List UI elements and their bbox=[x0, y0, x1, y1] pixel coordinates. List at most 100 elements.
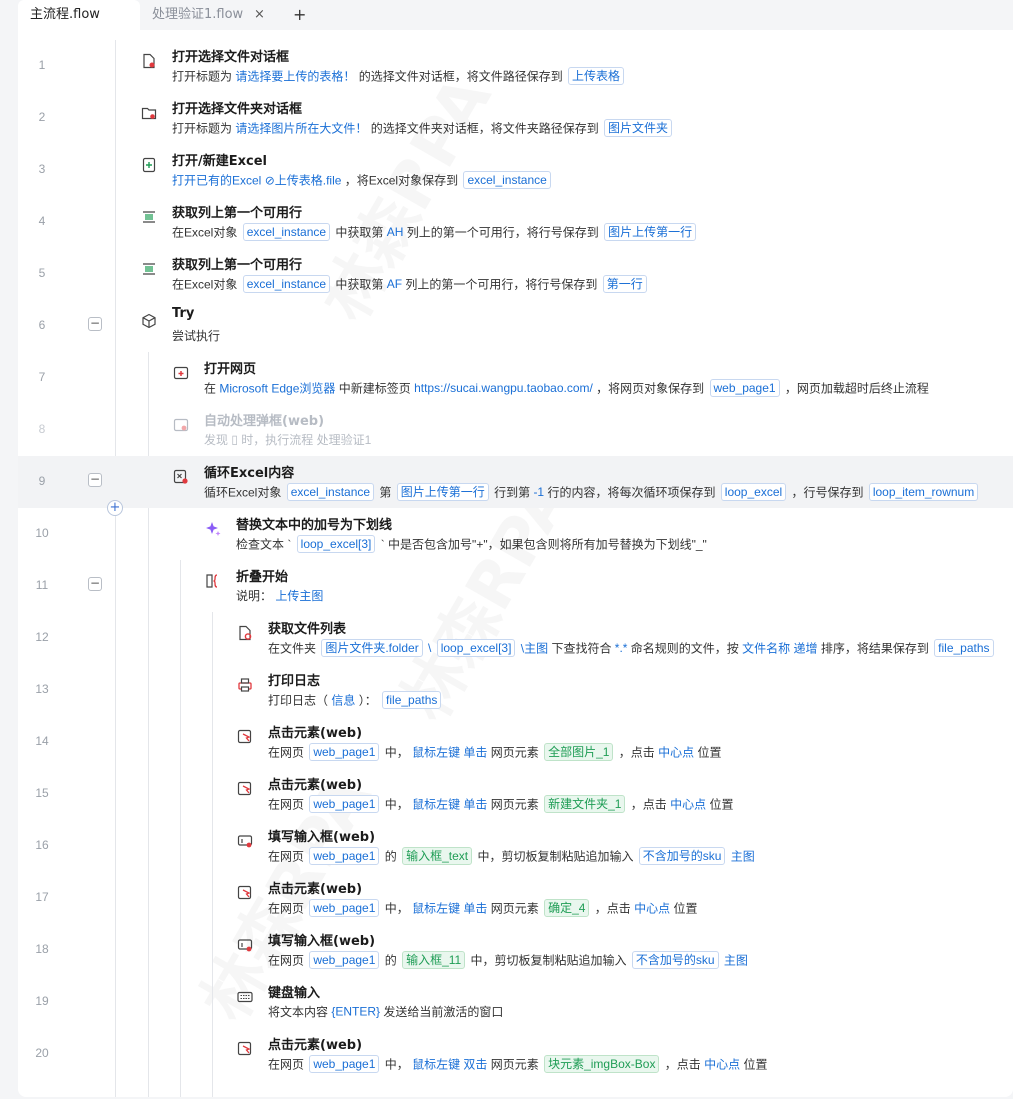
element-chip[interactable]: 块元素_imgBox-Box bbox=[544, 1055, 660, 1073]
flow-step-row[interactable]: 20 点击元素(web) 在网页 web_page1 中， 鼠标左键 双击 网页元素… bbox=[18, 1028, 1013, 1080]
element-chip[interactable]: 输入框_text bbox=[402, 847, 473, 865]
variable-chip[interactable]: loop_item_rownum bbox=[868, 483, 979, 501]
variable-chip[interactable]: file_paths bbox=[934, 639, 994, 657]
collapse-toggle-icon[interactable]: − bbox=[88, 577, 102, 591]
flow-step-row[interactable]: 2 打开选择文件夹对话框 打开标题为 请选择图片所在大文件！ 的选择文件夹对话框，将… bbox=[18, 92, 1013, 144]
variable-chip[interactable]: 不含加号的sku bbox=[631, 951, 719, 969]
flow-step-row[interactable]: 18 填写输入框(web) 在网页 web_page1 的 输入框_11 中，剪切板… bbox=[18, 924, 1013, 976]
variable-chip[interactable]: web_page1 bbox=[709, 379, 780, 397]
variable-chip[interactable]: file_paths bbox=[382, 691, 442, 709]
variable-chip[interactable]: web_page1 bbox=[309, 847, 380, 865]
fold-start-icon bbox=[204, 572, 222, 590]
element-chip[interactable]: 新建文件夹_1 bbox=[544, 795, 626, 813]
flow-step-row[interactable]: 9 − 循环Excel内容 循环Excel对象 excel_instance 第 图片… bbox=[18, 456, 1013, 508]
param-link[interactable]: 文件名称 递增 bbox=[742, 642, 817, 656]
param-link[interactable]: 主图 bbox=[727, 850, 755, 864]
step-title: 折叠开始 bbox=[236, 570, 289, 585]
element-chip[interactable]: 确定_4 bbox=[544, 899, 590, 917]
variable-chip[interactable]: 图片文件夹 bbox=[604, 119, 673, 137]
param-link[interactable]: \ bbox=[425, 641, 435, 655]
step-title: 填写输入框(web) bbox=[268, 934, 376, 949]
collapse-toggle-icon[interactable]: − bbox=[88, 473, 102, 487]
add-tab-icon[interactable]: + bbox=[293, 0, 306, 30]
flow-step-row[interactable]: 1 打开选择文件对话框 打开标题为 请选择要上传的表格！ 的选择文件对话框，将文件路… bbox=[18, 40, 1013, 92]
step-description: 检查文本 ` loop_excel[3] ` 中是否包含加号"+"，如果包含则将… bbox=[236, 535, 707, 553]
param-link[interactable]: AF bbox=[387, 277, 402, 291]
param-link[interactable]: 上传主图 bbox=[275, 589, 323, 603]
variable-chip[interactable]: loop_excel[3] bbox=[436, 639, 516, 657]
variable-chip[interactable]: excel_instance bbox=[286, 483, 375, 501]
variable-chip[interactable]: excel_instance bbox=[463, 171, 551, 189]
param-link[interactable]: 中心点 bbox=[634, 902, 670, 916]
desc-text: 位置 bbox=[706, 797, 734, 812]
param-link[interactable]: 中心点 bbox=[670, 798, 706, 812]
flow-step-row[interactable]: 15 点击元素(web) 在网页 web_page1 中， 鼠标左键 单击 网页元素… bbox=[18, 768, 1013, 820]
step-description: 将文本内容 {ENTER} 发送给当前激活的窗口 bbox=[268, 1003, 503, 1020]
flow-step-row[interactable]: 10 替换文本中的加号为下划线 检查文本 ` loop_excel[3] ` 中是否… bbox=[18, 508, 1013, 560]
variable-chip[interactable]: 第一行 bbox=[602, 275, 647, 293]
param-link[interactable]: 请选择图片所在大文件！ bbox=[235, 122, 367, 136]
flow-step-row[interactable]: 12 获取文件列表 在文件夹 图片文件夹.folder \ loop_excel[3… bbox=[18, 612, 1013, 664]
flow-step-row[interactable]: 19 键盘输入 将文本内容 {ENTER} 发送给当前激活的窗口 bbox=[18, 976, 1013, 1028]
variable-chip[interactable]: web_page1 bbox=[309, 1055, 380, 1073]
param-link[interactable]: *.* bbox=[615, 641, 628, 655]
flow-step-row[interactable]: 16 填写输入框(web) 在网页 web_page1 的 输入框_text 中，剪… bbox=[18, 820, 1013, 872]
param-link[interactable]: 处理验证1 bbox=[317, 433, 372, 447]
param-link[interactable]: 请选择要上传的表格！ bbox=[235, 70, 355, 84]
flow-step-row[interactable]: 17 点击元素(web) 在网页 web_page1 中， 鼠标左键 单击 网页元素… bbox=[18, 872, 1013, 924]
flow-step-row[interactable]: 13 打印日志 打印日志（ 信息 ）： file_paths bbox=[18, 664, 1013, 716]
line-number: 15 bbox=[35, 786, 49, 800]
param-link[interactable]: 鼠标左键 双击 bbox=[412, 1058, 487, 1072]
param-link[interactable]: 鼠标左键 单击 bbox=[412, 798, 487, 812]
close-tab-icon[interactable]: × bbox=[254, 0, 265, 30]
variable-chip[interactable]: 图片上传第一行 bbox=[396, 483, 489, 501]
variable-chip[interactable]: 图片文件夹.folder bbox=[321, 639, 423, 657]
step-title: Try bbox=[172, 306, 195, 321]
add-step-button[interactable]: + bbox=[107, 500, 123, 516]
variable-chip[interactable]: web_page1 bbox=[309, 951, 380, 969]
flow-step-row[interactable]: 8 自动处理弹框(web) 发现 ▯ 时，执行流程 处理验证1 bbox=[18, 404, 1013, 456]
variable-chip[interactable]: web_page1 bbox=[309, 743, 380, 761]
desc-text: 中， bbox=[381, 745, 413, 760]
collapse-toggle-icon[interactable]: − bbox=[88, 317, 102, 331]
flow-step-row[interactable]: 7 打开网页在 Microsoft Edge浏览器 中新建标签页 https://… bbox=[18, 352, 1013, 404]
param-link[interactable]: 鼠标左键 单击 bbox=[412, 902, 487, 916]
variable-chip[interactable]: web_page1 bbox=[309, 795, 380, 813]
param-link[interactable]: 鼠标左键 单击 bbox=[412, 746, 487, 760]
flow-step-row[interactable]: 5 获取列上第一个可用行 在Excel对象 excel_instance 中获取第 … bbox=[18, 248, 1013, 300]
tab-verify-flow[interactable]: 处理验证1.flow bbox=[140, 0, 288, 30]
param-link[interactable]: -1 bbox=[533, 485, 544, 499]
param-link[interactable]: 主图 bbox=[721, 954, 748, 968]
variable-chip[interactable]: excel_instance bbox=[242, 223, 331, 241]
param-link[interactable]: 信息 bbox=[331, 694, 355, 708]
step-description: 在网页 web_page1 中， 鼠标左键 双击 网页元素 块元素_imgBox… bbox=[268, 1055, 768, 1073]
flow-step-row[interactable]: 4 获取列上第一个可用行 在Excel对象 excel_instance 中获取第 … bbox=[18, 196, 1013, 248]
variable-chip[interactable]: 不含加号的sku bbox=[638, 847, 726, 865]
param-link[interactable]: 中心点 bbox=[704, 1058, 740, 1072]
desc-text: ` 中是否包含加号"+"，如果包含则将所有加号替换为下划线"_" bbox=[377, 537, 707, 552]
param-link[interactable]: \主图 bbox=[517, 642, 548, 656]
flow-step-row[interactable]: 14 点击元素(web) 在网页 web_page1 中， 鼠标左键 单击 网页元素… bbox=[18, 716, 1013, 768]
param-link[interactable]: https://sucai.wangpu.taobao.com/ bbox=[414, 381, 593, 395]
variable-chip[interactable]: 上传表格 bbox=[568, 67, 625, 85]
desc-text: ，点击 bbox=[615, 745, 659, 760]
tab-main-flow[interactable]: 主流程.flow bbox=[18, 0, 140, 30]
variable-chip[interactable]: web_page1 bbox=[309, 899, 380, 917]
flow-step-row[interactable]: 11 − 折叠开始 说明： 上传主图 bbox=[18, 560, 1013, 612]
flow-step-row[interactable]: 3 打开/新建Excel 打开已有的Excel ⊘上传表格.file ，将Excel… bbox=[18, 144, 1013, 196]
step-description: 打印日志（ 信息 ）： file_paths bbox=[268, 691, 443, 709]
param-link[interactable]: AH bbox=[387, 225, 404, 239]
flow-step-row[interactable]: 6 − Try 尝试执行 bbox=[18, 300, 1013, 352]
param-link[interactable]: Microsoft Edge浏览器 bbox=[219, 382, 335, 396]
variable-chip[interactable]: loop_excel[3] bbox=[296, 535, 376, 553]
variable-chip[interactable]: 图片上传第一行 bbox=[604, 223, 697, 241]
element-chip[interactable]: 全部图片_1 bbox=[544, 743, 614, 761]
param-link[interactable]: ⊘上传表格.file bbox=[265, 174, 342, 188]
param-link[interactable]: {ENTER} bbox=[331, 1005, 380, 1019]
variable-chip[interactable]: loop_excel bbox=[720, 483, 787, 501]
variable-chip[interactable]: excel_instance bbox=[242, 275, 331, 293]
element-chip[interactable]: 输入框_11 bbox=[402, 951, 466, 969]
param-link[interactable]: 打开已有的Excel bbox=[172, 174, 265, 188]
param-link[interactable]: 中心点 bbox=[658, 746, 694, 760]
param-link[interactable]: ▯ bbox=[231, 433, 238, 447]
